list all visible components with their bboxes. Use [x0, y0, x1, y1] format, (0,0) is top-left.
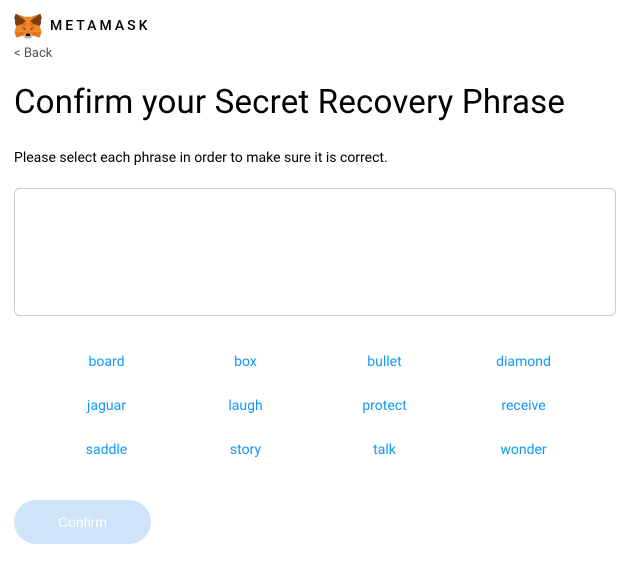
word-chip[interactable]: bullet: [320, 354, 449, 370]
back-link[interactable]: < Back: [14, 46, 52, 61]
brand-name: METAMASK: [50, 18, 150, 34]
word-chip[interactable]: jaguar: [42, 398, 171, 414]
instruction-text: Please select each phrase in order to ma…: [14, 150, 616, 166]
word-chip[interactable]: receive: [459, 398, 588, 414]
word-chip[interactable]: saddle: [42, 442, 171, 458]
app-header: METAMASK: [14, 12, 616, 40]
confirm-button[interactable]: Confirm: [14, 500, 151, 544]
metamask-fox-icon: [14, 12, 42, 40]
word-chip[interactable]: story: [181, 442, 310, 458]
word-chip[interactable]: laugh: [181, 398, 310, 414]
word-chip[interactable]: wonder: [459, 442, 588, 458]
page-title: Confirm your Secret Recovery Phrase: [14, 83, 616, 122]
word-chip[interactable]: board: [42, 354, 171, 370]
word-chip[interactable]: protect: [320, 398, 449, 414]
word-grid: board box bullet diamond jaguar laugh pr…: [14, 354, 616, 458]
word-chip[interactable]: diamond: [459, 354, 588, 370]
word-chip[interactable]: talk: [320, 442, 449, 458]
selected-phrase-box[interactable]: [14, 188, 616, 316]
word-chip[interactable]: box: [181, 354, 310, 370]
